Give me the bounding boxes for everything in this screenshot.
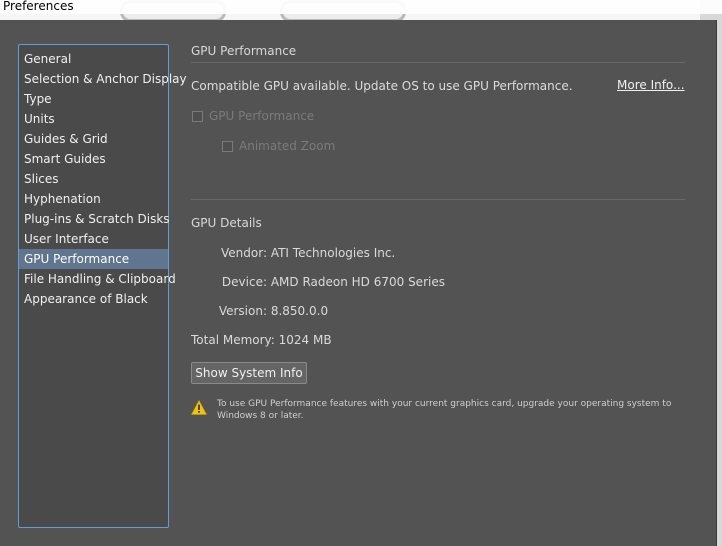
preferences-dialog: General Selection & Anchor Display Type … (0, 20, 717, 546)
vendor-label: Vendor: (221, 246, 267, 260)
sidebar-item-selection-anchor-display[interactable]: Selection & Anchor Display (19, 69, 187, 89)
version-label: Version: (218, 304, 267, 318)
animated-zoom-checkbox-row[interactable]: Animated Zoom (222, 139, 335, 153)
sidebar-item-units[interactable]: Units (19, 109, 168, 129)
version-value: 8.850.0.0 (270, 304, 329, 318)
memory-value: 1024 MB (278, 333, 332, 347)
sidebar-item-guides-grid[interactable]: Guides & Grid (19, 129, 168, 149)
memory-row: Total Memory: 1024 MB (191, 333, 332, 347)
gpu-status-text: Compatible GPU available. Update OS to u… (191, 79, 573, 93)
sidebar-item-smart-guides[interactable]: Smart Guides (19, 149, 168, 169)
gpu-performance-section-title: GPU Performance (191, 44, 297, 58)
gpu-performance-checkbox-label: GPU Performance (209, 109, 315, 123)
gpu-details-section-title: GPU Details (191, 216, 262, 230)
title-bar: Preferences (0, 0, 722, 14)
animated-zoom-checkbox-label: Animated Zoom (239, 139, 336, 153)
sidebar-item-plugins-scratch-disks[interactable]: Plug-ins & Scratch Disks (19, 209, 170, 229)
gpu-performance-checkbox[interactable] (192, 110, 203, 122)
sidebar-item-file-handling-clipboard[interactable]: File Handling & Clipboard (19, 269, 176, 289)
gpu-performance-panel: GPU Performance Compatible GPU available… (191, 20, 685, 546)
warning-text: To use GPU Performance features with you… (217, 399, 672, 421)
sidebar-item-general[interactable]: General (19, 49, 168, 69)
sidebar-item-user-interface[interactable]: User Interface (19, 229, 168, 249)
sidebar-item-type[interactable]: Type (19, 89, 168, 109)
window-title: Preferences (3, 0, 74, 13)
version-row: Version: 8.850.0.0 (191, 304, 328, 318)
more-info-link[interactable]: More Info... (617, 78, 685, 92)
vendor-value: ATI Technologies Inc. (270, 246, 396, 260)
sidebar-item-slices[interactable]: Slices (19, 169, 168, 189)
show-system-info-button[interactable]: Show System Info (191, 362, 307, 384)
warning-triangle-icon (191, 400, 207, 415)
sidebar-item-gpu-performance[interactable]: GPU Performance (19, 249, 168, 269)
section-divider (191, 199, 685, 200)
device-row: Device: AMD Radeon HD 6700 Series (191, 275, 445, 289)
category-list[interactable]: General Selection & Anchor Display Type … (18, 44, 187, 528)
sidebar-item-hyphenation[interactable]: Hyphenation (19, 189, 168, 209)
device-value: AMD Radeon HD 6700 Series (270, 275, 445, 289)
section-divider (191, 62, 685, 63)
device-label: Device: (221, 275, 267, 289)
vendor-row: Vendor: ATI Technologies Inc. (191, 246, 395, 260)
sidebar-item-appearance-of-black[interactable]: Appearance of Black (19, 289, 168, 309)
memory-label: Total Memory: (191, 333, 275, 347)
gpu-performance-checkbox-row[interactable]: GPU Performance (192, 109, 314, 123)
animated-zoom-checkbox[interactable] (222, 140, 233, 152)
